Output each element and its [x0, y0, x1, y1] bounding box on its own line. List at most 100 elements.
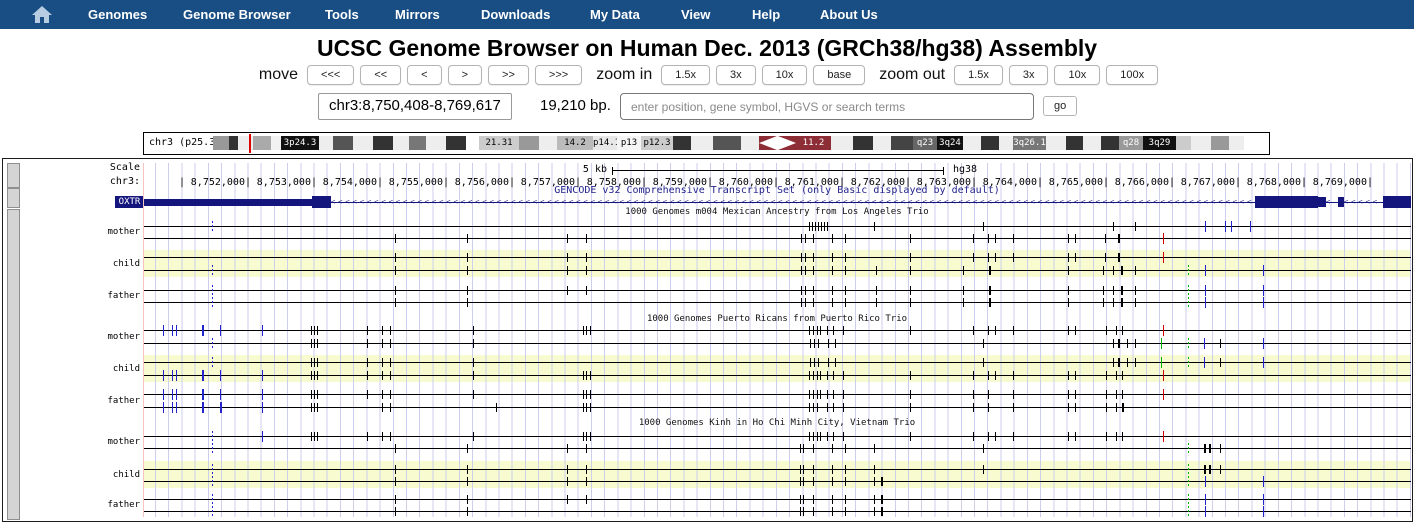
track-drag-handle[interactable]	[7, 188, 20, 208]
trio-track-title[interactable]: 1000 Genomes Puerto Ricans from Puerto R…	[143, 314, 1411, 324]
nav-item-help[interactable]: Help	[752, 7, 780, 22]
zoom-in-button-1[interactable]: 3x	[716, 65, 756, 85]
track-plot-area[interactable]: | 8,752,000| 8,753,000| 8,754,000| 8,755,000…	[143, 163, 1411, 519]
variant-tick	[176, 389, 177, 400]
variant-tick	[813, 465, 814, 474]
scale-bar-cap	[943, 167, 944, 175]
variant-tick	[874, 507, 875, 516]
variant-tick	[833, 390, 834, 399]
variant-tick	[395, 253, 396, 262]
trio-track-title[interactable]: 1000 Genomes m004 Mexican Ancestry from …	[143, 207, 1411, 217]
track-label-mother[interactable]: mother	[3, 437, 140, 447]
variant-tick	[467, 477, 468, 486]
variant-tick	[995, 234, 996, 243]
position-display[interactable]: chr3:8,750,408-8,769,617	[318, 93, 512, 120]
variant-tick	[311, 326, 312, 335]
nav-item-tools[interactable]: Tools	[325, 7, 359, 22]
variant-tick	[1075, 390, 1076, 399]
variant-tick	[813, 371, 814, 380]
variant-tick	[262, 325, 263, 336]
variant-tick	[1116, 432, 1117, 441]
variant-tick	[813, 507, 814, 516]
track-label-mother[interactable]: mother	[3, 227, 140, 237]
track-label-father[interactable]: father	[3, 291, 140, 301]
variant-tick	[1205, 285, 1206, 296]
search-input[interactable]	[620, 93, 1034, 120]
ideogram-band	[519, 136, 539, 150]
variant-tick	[800, 477, 801, 486]
variant-tick	[1106, 390, 1107, 399]
variant-tick	[973, 403, 974, 412]
track-label-child[interactable]: child	[3, 470, 140, 480]
track-label-child[interactable]: child	[3, 259, 140, 269]
track-label-mother[interactable]: mother	[3, 332, 140, 342]
variant-tick	[801, 234, 802, 243]
nav-item-view[interactable]: View	[681, 7, 710, 22]
variant-tick	[963, 266, 964, 275]
haplotype-line	[143, 257, 1411, 258]
nav-item-about-us[interactable]: About Us	[820, 7, 878, 22]
variant-tick	[1188, 297, 1189, 308]
move-button-3[interactable]: >	[447, 65, 483, 85]
variant-tick	[810, 358, 811, 367]
gene-track-label[interactable]: OXTR	[115, 196, 144, 208]
track-label-father[interactable]: father	[3, 500, 140, 510]
move-button-2[interactable]: <	[407, 65, 442, 85]
nav-item-my-data[interactable]: My Data	[590, 7, 640, 22]
variant-tick	[1068, 266, 1069, 275]
variant-tick	[800, 495, 801, 504]
variant-tick	[317, 390, 318, 399]
zoom-in-button-3[interactable]: base	[813, 65, 866, 85]
variant-tick	[367, 390, 368, 399]
nav-item-genomes[interactable]: Genomes	[88, 7, 147, 22]
variant-tick	[567, 286, 568, 295]
chromosome-ideogram[interactable]: chr3 (p25.3) 3p24.3 21.31 14.2 p14.1 p13 p12.3…	[143, 132, 1270, 155]
track-label-child[interactable]: child	[3, 364, 140, 374]
ideogram-band	[873, 136, 891, 150]
variant-tick	[983, 339, 984, 348]
zoom-out-button-2[interactable]: 10x	[1054, 65, 1101, 85]
variant-tick	[910, 253, 911, 262]
zoom-in-button-2[interactable]: 10x	[761, 65, 808, 85]
genome-browser-image[interactable]: Scale chr3: OXTR | 8,752,000| 8,753,000| 8,754…	[2, 158, 1413, 522]
variant-tick	[395, 465, 396, 474]
variant-tick	[983, 222, 984, 231]
zoom-out-button-0[interactable]: 1.5x	[954, 65, 1003, 85]
variant-tick	[803, 465, 804, 474]
variant-tick	[1135, 266, 1136, 275]
move-button-1[interactable]: <<	[360, 65, 402, 85]
go-button[interactable]: go	[1043, 96, 1078, 116]
variant-tick	[1068, 390, 1069, 399]
nav-item-genome-browser[interactable]: Genome Browser	[183, 7, 291, 22]
variant-tick	[1013, 234, 1014, 243]
variant-tick	[586, 390, 587, 399]
variant-tick	[1113, 339, 1114, 348]
gencode-track-title[interactable]: GENCODE v32 Comprehensive Transcript Set…	[143, 185, 1411, 196]
zoom-in-button-0[interactable]: 1.5x	[661, 65, 711, 85]
move-button-0[interactable]: <<<	[307, 65, 355, 85]
track-label-father[interactable]: father	[3, 396, 140, 406]
variant-tick	[262, 402, 263, 413]
haplotype-line	[143, 290, 1411, 291]
variant-tick	[988, 390, 989, 399]
variant-tick	[832, 286, 833, 295]
variant-tick	[1106, 403, 1107, 412]
nav-item-downloads[interactable]: Downloads	[481, 7, 550, 22]
variant-tick	[1204, 357, 1205, 368]
haplotype-line	[143, 499, 1411, 500]
variant-tick	[1068, 253, 1069, 262]
trio-track-title[interactable]: 1000 Genomes Kinh in Ho Chi Minh City, V…	[143, 418, 1411, 428]
variant-tick	[1204, 465, 1206, 474]
variant-tick	[1068, 432, 1069, 441]
variant-tick	[843, 326, 844, 335]
move-button-5[interactable]: >>>	[534, 65, 583, 85]
variant-tick	[390, 358, 391, 367]
move-button-4[interactable]: >>	[488, 65, 529, 85]
variant-tick	[473, 432, 474, 441]
nav-item-mirrors[interactable]: Mirrors	[395, 7, 440, 22]
zoom-out-button-3[interactable]: 100x	[1106, 65, 1159, 85]
home-icon[interactable]	[31, 5, 53, 24]
variant-tick	[1068, 234, 1069, 243]
zoom-out-button-1[interactable]: 3x	[1008, 65, 1049, 85]
variant-tick	[176, 325, 177, 336]
